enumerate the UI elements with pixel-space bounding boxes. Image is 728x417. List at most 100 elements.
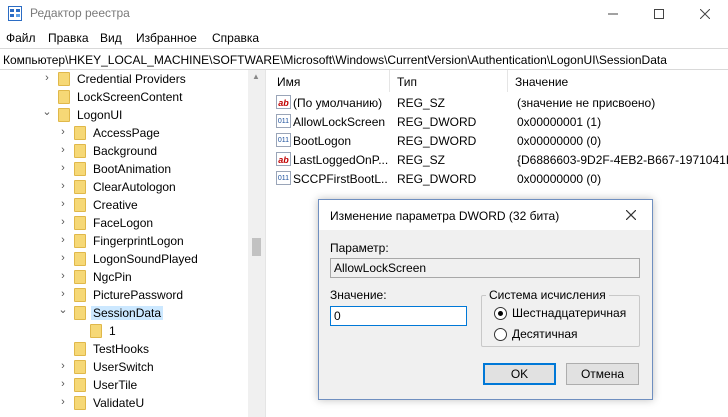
cancel-button[interactable]: Отмена bbox=[566, 363, 639, 385]
chevron-down-icon[interactable]: ⌄ bbox=[42, 106, 52, 118]
folder-icon bbox=[74, 144, 86, 158]
folder-icon bbox=[74, 198, 86, 212]
dword-value-icon: 011 bbox=[276, 171, 291, 185]
radio-hexadecimal[interactable] bbox=[494, 307, 507, 320]
tree-item-label: UserSwitch bbox=[93, 360, 154, 374]
value-name: LastLoggedOnP... bbox=[293, 153, 388, 167]
value-data: 0x00000000 (0) bbox=[517, 172, 602, 186]
edit-dword-dialog: Изменение параметра DWORD (32 бита) Пара… bbox=[318, 199, 653, 400]
tree-item-label: ValidateU bbox=[93, 396, 145, 410]
menu-view[interactable]: Вид bbox=[100, 31, 122, 45]
chevron-right-icon[interactable]: › bbox=[58, 198, 68, 210]
chevron-right-icon[interactable]: › bbox=[58, 270, 68, 282]
folder-icon bbox=[74, 216, 86, 230]
value-type: REG_DWORD bbox=[397, 134, 477, 148]
tree-item-label: FaceLogon bbox=[93, 216, 154, 230]
tree-item-logonsoundplayed[interactable]: › LogonSoundPlayed bbox=[0, 250, 248, 268]
tree-item-label: ClearAutologon bbox=[93, 180, 176, 194]
list-item[interactable]: ab LastLoggedOnP... REG_SZ {D6886603-9D2… bbox=[270, 150, 728, 169]
tree-item-lockscreencontent[interactable]: LockScreenContent bbox=[0, 88, 248, 106]
tree-item-picturepassword[interactable]: › PicturePassword bbox=[0, 286, 248, 304]
folder-icon bbox=[58, 90, 70, 104]
string-value-icon: ab bbox=[276, 152, 291, 166]
tree-item-label: LockScreenContent bbox=[77, 90, 183, 104]
menu-file[interactable]: Файл bbox=[6, 31, 36, 45]
tree-item-testhooks[interactable]: TestHooks bbox=[0, 340, 248, 358]
dialog-title: Изменение параметра DWORD (32 бита) bbox=[330, 209, 560, 223]
scroll-up-icon[interactable]: ▲ bbox=[252, 72, 260, 81]
list-item[interactable]: 011 SCCPFirstBootL... REG_DWORD 0x000000… bbox=[270, 169, 728, 188]
menu-edit[interactable]: Правка bbox=[48, 31, 89, 45]
tree-item-ngcpin[interactable]: › NgcPin bbox=[0, 268, 248, 286]
tree-item-fingerprintlogon[interactable]: › FingerprintLogon bbox=[0, 232, 248, 250]
maximize-button[interactable] bbox=[636, 0, 682, 28]
folder-icon bbox=[74, 360, 86, 374]
folder-icon bbox=[74, 306, 86, 320]
chevron-right-icon[interactable]: › bbox=[58, 360, 68, 372]
chevron-right-icon[interactable]: › bbox=[58, 216, 68, 228]
radio-decimal-label[interactable]: Десятичная bbox=[512, 327, 578, 341]
chevron-right-icon[interactable]: › bbox=[58, 396, 68, 408]
chevron-right-icon[interactable]: › bbox=[58, 126, 68, 138]
chevron-right-icon[interactable]: › bbox=[42, 72, 52, 84]
tree-item-creative[interactable]: › Creative bbox=[0, 196, 248, 214]
column-header-type[interactable]: Тип bbox=[390, 70, 508, 92]
menu-favorites[interactable]: Избранное bbox=[136, 31, 197, 45]
scrollbar-thumb[interactable] bbox=[252, 238, 261, 256]
address-bar[interactable]: Компьютер\HKEY_LOCAL_MACHINE\SOFTWARE\Mi… bbox=[0, 48, 728, 70]
tree-item-facelogon[interactable]: › FaceLogon bbox=[0, 214, 248, 232]
tree-item-sessiondata[interactable]: ⌄ SessionData bbox=[0, 304, 248, 322]
column-header-value[interactable]: Значение bbox=[508, 70, 728, 92]
list-item[interactable]: 011 BootLogon REG_DWORD 0x00000000 (0) bbox=[270, 131, 728, 150]
value-type: REG_DWORD bbox=[397, 172, 477, 186]
tree-item-clearautologon[interactable]: › ClearAutologon bbox=[0, 178, 248, 196]
radio-hexadecimal-label[interactable]: Шестнадцатеричная bbox=[512, 306, 626, 320]
menu-help[interactable]: Справка bbox=[212, 31, 259, 45]
tree-scrollbar[interactable]: ▲ bbox=[248, 70, 265, 417]
chevron-right-icon[interactable]: › bbox=[58, 144, 68, 156]
tree-item-1[interactable]: 1 bbox=[0, 322, 248, 340]
chevron-right-icon[interactable]: › bbox=[58, 288, 68, 300]
tree-item-validateu[interactable]: › ValidateU bbox=[0, 394, 248, 412]
tree-item-accesspage[interactable]: › AccessPage bbox=[0, 124, 248, 142]
tree-item-usertile[interactable]: › UserTile bbox=[0, 376, 248, 394]
tree-item-label: UserTile bbox=[93, 378, 138, 392]
folder-icon bbox=[74, 378, 86, 392]
folder-icon bbox=[74, 162, 86, 176]
ok-button[interactable]: OK bbox=[483, 363, 556, 385]
value-type: REG_SZ bbox=[397, 153, 446, 167]
chevron-right-icon[interactable]: › bbox=[58, 180, 68, 192]
value-data: 0x00000001 (1) bbox=[517, 115, 602, 129]
tree-item-label: FingerprintLogon bbox=[93, 234, 184, 248]
minimize-button[interactable] bbox=[590, 0, 636, 28]
chevron-right-icon[interactable]: › bbox=[58, 378, 68, 390]
chevron-right-icon[interactable]: › bbox=[58, 234, 68, 246]
value-data-input[interactable]: 0 bbox=[330, 306, 467, 326]
tree-item-label: LogonSoundPlayed bbox=[93, 252, 198, 266]
dialog-close-button[interactable] bbox=[621, 206, 641, 224]
tree-item-background[interactable]: › Background bbox=[0, 142, 248, 160]
dword-value-icon: 011 bbox=[276, 133, 291, 147]
list-item[interactable]: 011 AllowLockScreen REG_DWORD 0x00000001… bbox=[270, 112, 728, 131]
column-header-name[interactable]: Имя bbox=[270, 70, 390, 92]
maximize-icon bbox=[654, 9, 664, 19]
folder-icon bbox=[74, 342, 86, 356]
tree-item-userswitch[interactable]: › UserSwitch bbox=[0, 358, 248, 376]
parameter-label: Параметр: bbox=[330, 241, 389, 255]
value-data: 0x00000000 (0) bbox=[517, 134, 602, 148]
radio-decimal[interactable] bbox=[494, 328, 507, 341]
tree-item-label: PicturePassword bbox=[93, 288, 184, 302]
close-button[interactable] bbox=[682, 0, 728, 28]
tree-item-bootanimation[interactable]: › BootAnimation bbox=[0, 160, 248, 178]
chevron-down-icon[interactable]: ⌄ bbox=[58, 304, 68, 316]
tree-item-label: AccessPage bbox=[93, 126, 160, 140]
folder-icon bbox=[74, 396, 86, 410]
list-item[interactable]: ab (По умолчанию) REG_SZ (значение не пр… bbox=[270, 93, 728, 112]
tree-item-logonui[interactable]: ⌄ LogonUI bbox=[0, 106, 248, 124]
title-bar: Редактор реестра bbox=[0, 0, 728, 28]
chevron-right-icon[interactable]: › bbox=[58, 162, 68, 174]
tree-item-credential-providers[interactable]: › Credential Providers bbox=[0, 70, 248, 88]
value-name: SCCPFirstBootL... bbox=[293, 172, 388, 186]
folder-icon bbox=[58, 72, 70, 86]
chevron-right-icon[interactable]: › bbox=[58, 252, 68, 264]
